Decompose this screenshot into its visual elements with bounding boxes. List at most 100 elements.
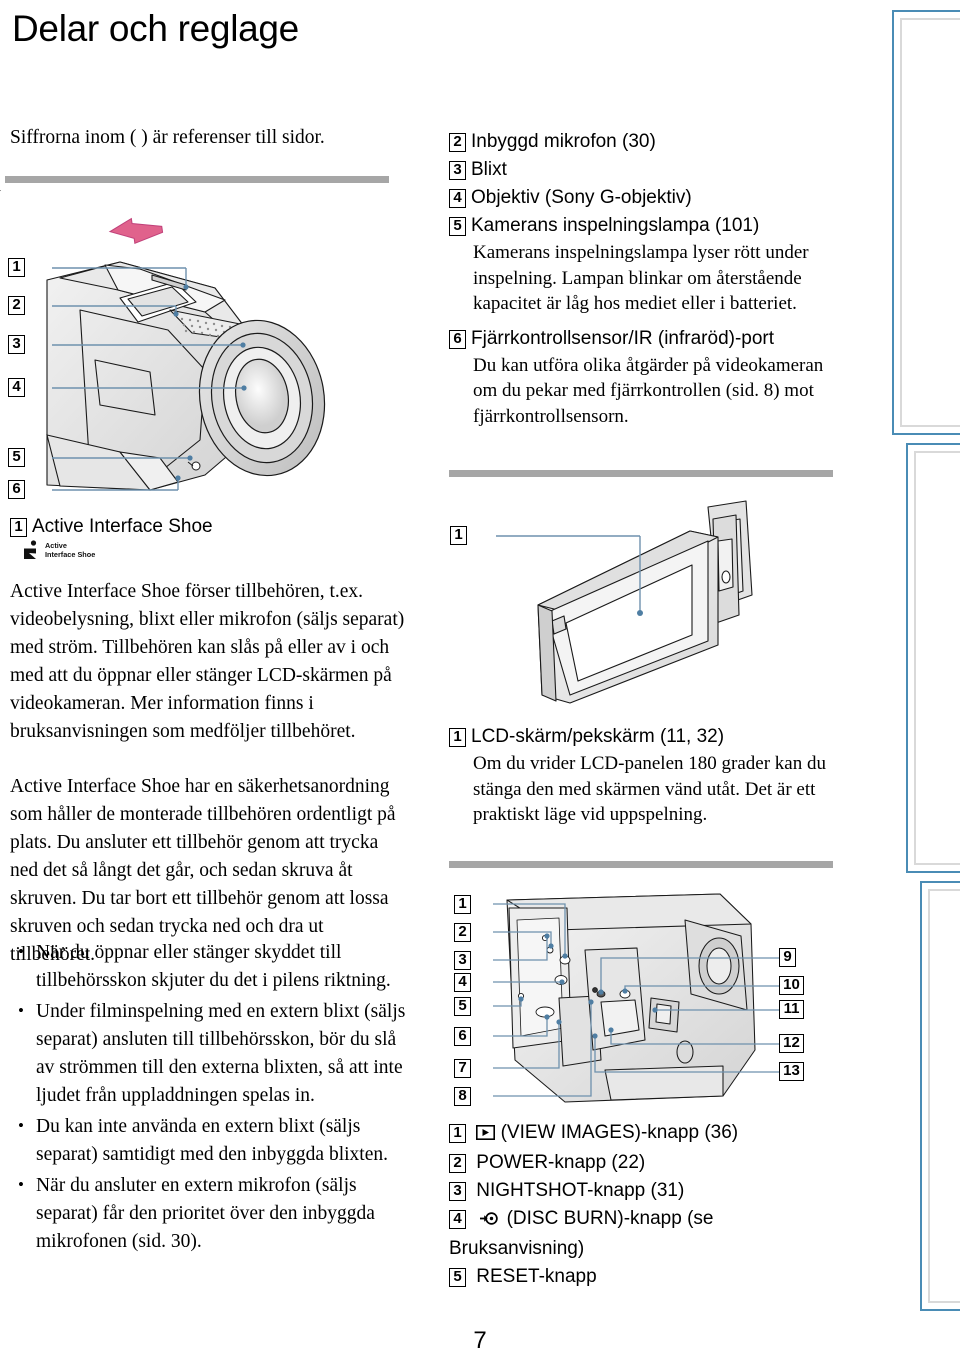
side-callout-2: 2 xyxy=(454,923,471,942)
front-callout-6: 6 xyxy=(8,480,25,499)
part-item: 1 (VIEW IMAGES)-knapp (36) xyxy=(449,1119,839,1149)
numbox: 11 xyxy=(779,1000,804,1019)
shoe-heading: 1 Active Interface Shoe xyxy=(10,513,410,541)
shoe-bullet-list: När du öppnar eller stänger skyddet till… xyxy=(14,938,412,1259)
part-heading-text: (VIEW IMAGES)-knapp (36) xyxy=(500,1122,739,1143)
edge-tab-3 xyxy=(920,881,960,1311)
side-callout-12: 12 xyxy=(779,1034,804,1053)
active-interface-shoe-logo: Active Interface Shoe xyxy=(22,540,95,561)
side-callout-7: 7 xyxy=(454,1059,471,1078)
part-heading: 1 LCD-skärm/pekskärm (11, 32) xyxy=(449,723,839,751)
edge-tab-2 xyxy=(906,443,960,873)
bottom-parts-list: 1 (VIEW IMAGES)-knapp (36) 2 POWER-knapp… xyxy=(449,1119,839,1291)
front-camera-illustration xyxy=(0,188,420,510)
numbox: 2 xyxy=(8,296,25,315)
front-callout-1: 1 xyxy=(8,258,25,277)
part-heading-text: Objektiv (Sony G-objektiv) xyxy=(471,187,692,208)
numbox: 8 xyxy=(454,1087,471,1106)
part-heading-text: LCD-skärm/pekskärm (11, 32) xyxy=(471,726,725,747)
part-heading: 3 Blixt xyxy=(449,156,839,184)
front-callout-5: 5 xyxy=(8,448,25,467)
front-callout-2: 2 xyxy=(8,296,25,315)
numbox: 3 xyxy=(449,1182,466,1201)
part-item: 2 Inbyggd mikrofon (30) xyxy=(449,128,839,156)
rule-right-bottom xyxy=(449,861,833,868)
front-callout-3: 3 xyxy=(8,335,25,354)
active-interface-shoe-mark-icon xyxy=(22,540,41,561)
numbox: 4 xyxy=(449,1210,466,1229)
numbox: 2 xyxy=(454,923,471,942)
numbox: 1 xyxy=(450,526,467,545)
numbox: 2 xyxy=(449,133,466,152)
part-item: 2 POWER-knapp (22) xyxy=(449,1149,839,1177)
numbox: 7 xyxy=(454,1059,471,1078)
numbox: 4 xyxy=(454,973,471,992)
numbox: 1 xyxy=(454,895,471,914)
edge-tab-1 xyxy=(892,10,960,435)
shoe-bullet: När du öppnar eller stänger skyddet till… xyxy=(14,938,412,995)
front-parts-list: 2 Inbyggd mikrofon (30) 3 Blixt 4 Objektiv … xyxy=(449,128,839,429)
part-item: 6 Fjärrkontrollsensor/IR (infraröd)-port … xyxy=(449,325,839,430)
numbox: 13 xyxy=(779,1062,804,1081)
shoe-paragraph-1-text: Active Interface Shoe förser tillbehören… xyxy=(10,581,405,742)
part-item: 3 NIGHTSHOT-knapp (31) xyxy=(449,1177,839,1205)
shoe-bullet: När du ansluter en extern mikrofon (sälj… xyxy=(14,1171,412,1256)
numbox: 1 xyxy=(449,1124,466,1143)
numbox: 5 xyxy=(449,1268,466,1287)
logo-line-2: Interface Shoe xyxy=(45,549,96,559)
part-item: 3 Blixt xyxy=(449,156,839,184)
part-body: Om du vrider LCD-panelen 180 grader kan … xyxy=(473,753,826,825)
part-body: Du kan utföra olika åtgärder på videokam… xyxy=(473,354,824,427)
part-heading-text: Blixt xyxy=(471,159,507,180)
side-callout-11: 11 xyxy=(779,1000,804,1019)
numbox: 3 xyxy=(454,951,471,970)
side-callout-13: 13 xyxy=(779,1062,804,1081)
part-item: 4 Objektiv (Sony G-objektiv) xyxy=(449,184,839,212)
numbox: 4 xyxy=(8,378,25,397)
part-heading: 2 POWER-knapp (22) xyxy=(449,1149,839,1177)
numbox: 9 xyxy=(779,948,796,967)
numbox: 4 xyxy=(449,189,466,208)
side-callout-6: 6 xyxy=(454,1027,471,1046)
play-icon xyxy=(476,1121,496,1149)
part-heading: 3 NIGHTSHOT-knapp (31) xyxy=(449,1177,839,1205)
numbox: 5 xyxy=(454,997,471,1016)
shoe-heading-text: Active Interface Shoe xyxy=(32,516,213,537)
part-heading: 1 (VIEW IMAGES)-knapp (36) xyxy=(449,1119,839,1149)
numbox: 3 xyxy=(449,161,466,180)
shoe-bullet: Du kan inte använda en extern blixt (säl… xyxy=(14,1112,412,1169)
part-heading-text: POWER-knapp (22) xyxy=(476,1152,646,1173)
part-heading: 4 Objektiv (Sony G-objektiv) xyxy=(449,184,839,212)
numbox: 12 xyxy=(779,1034,804,1053)
numbox: 6 xyxy=(454,1027,471,1046)
numbox: 6 xyxy=(8,480,25,499)
part-heading-text: Kamerans inspelningslampa (101) xyxy=(471,215,760,236)
shoe-section-heading-wrap: 1 Active Interface Shoe xyxy=(10,513,410,541)
numbox: 1 xyxy=(10,518,27,537)
part-heading-text: Fjärrkontrollsensor/IR (infraröd)-port xyxy=(471,327,775,349)
intro-text: Siffrorna inom ( ) är referenser till si… xyxy=(10,127,325,148)
rule-left-top xyxy=(5,176,389,183)
part-item: 5 Kamerans inspelningslampa (101) Kameran… xyxy=(449,212,839,317)
part-item: 5 RESET-knapp xyxy=(449,1263,839,1291)
lcd-panel-illustration xyxy=(460,495,840,715)
part-heading: 4 (DISC BURN)-knapp (se Bruksanvisning) xyxy=(449,1205,839,1263)
side-callout-8: 8 xyxy=(454,1087,471,1106)
numbox: 3 xyxy=(8,335,25,354)
part-heading-text: NIGHTSHOT-knapp (31) xyxy=(476,1180,685,1201)
numbox: 2 xyxy=(449,1154,466,1173)
part-item: 4 (DISC BURN)-knapp (se Bruksanvisning) xyxy=(449,1205,839,1263)
side-callout-9: 9 xyxy=(779,948,796,967)
part-body: Kamerans inspelningslampa lyser rött und… xyxy=(473,242,809,314)
side-callout-1: 1 xyxy=(454,895,471,914)
lcd-callout-1: 1 xyxy=(450,526,467,545)
part-heading: 2 Inbyggd mikrofon (30) xyxy=(449,128,839,156)
edge-tab-strip xyxy=(880,0,960,1363)
side-callout-4: 4 xyxy=(454,973,471,992)
front-callout-4: 4 xyxy=(8,378,25,397)
disc-burn-icon xyxy=(480,1207,499,1235)
rule-right-mid xyxy=(449,470,833,477)
numbox: 1 xyxy=(8,258,25,277)
shoe-paragraph-1: Active Interface Shoe förser tillbehören… xyxy=(10,578,410,746)
numbox: 1 xyxy=(449,728,466,747)
